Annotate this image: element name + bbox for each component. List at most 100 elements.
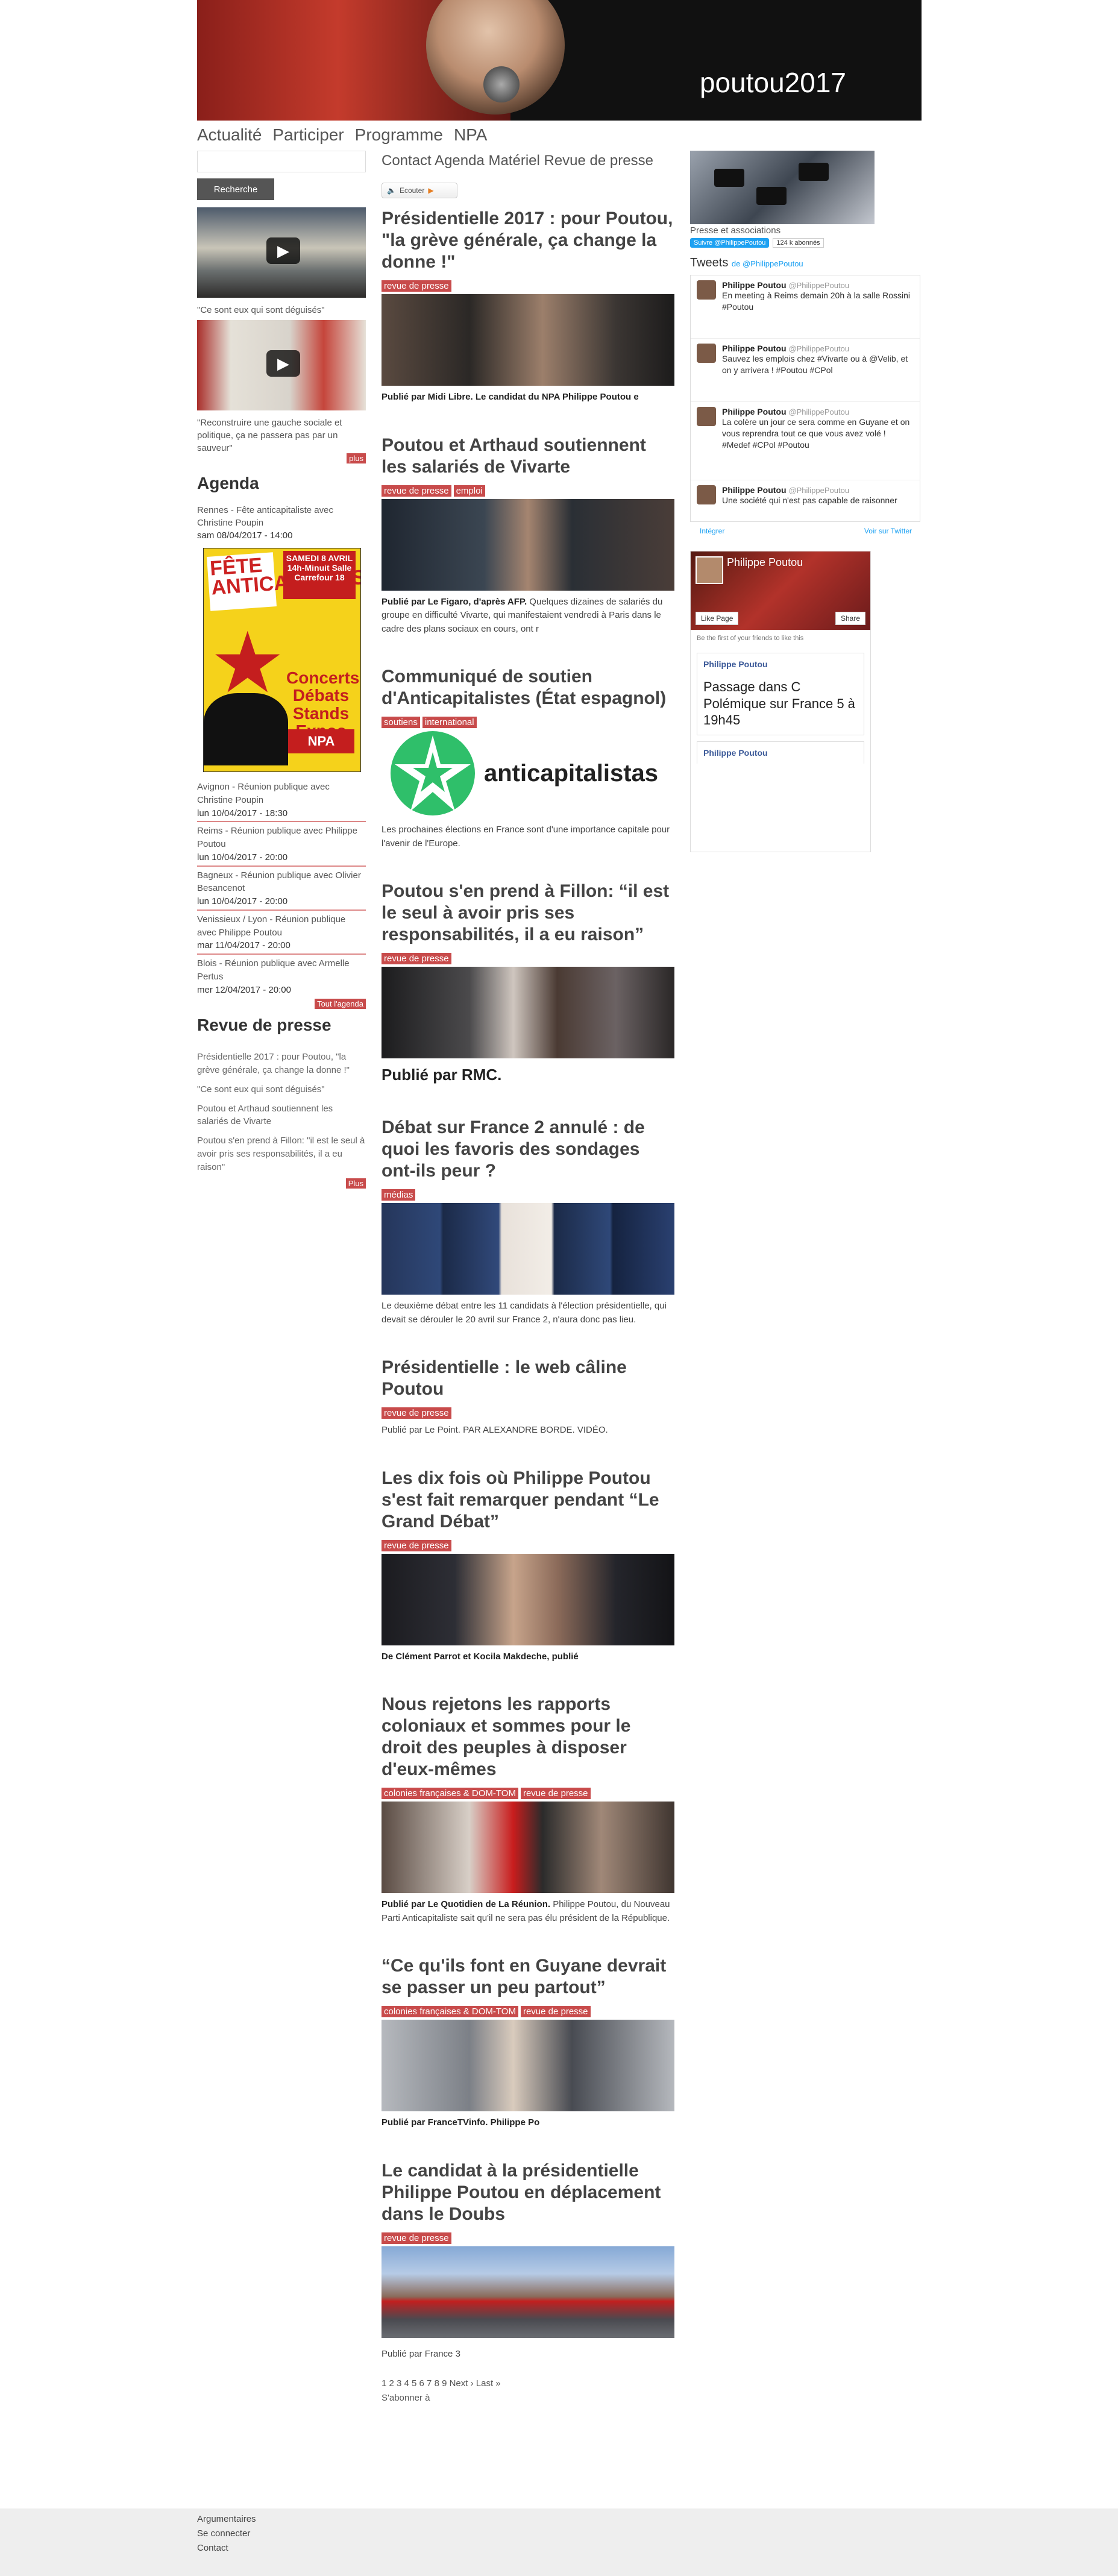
- article-tag[interactable]: revue de presse: [520, 1788, 591, 1799]
- agenda-first-date: sam 08/04/2017 - 14:00: [197, 530, 293, 541]
- article: Poutou s'en prend à Fillon: “il est le s…: [382, 881, 674, 1087]
- article-tag[interactable]: revue de presse: [382, 1407, 451, 1419]
- article-image[interactable]: [382, 1553, 674, 1645]
- article-tag[interactable]: soutiens: [382, 717, 420, 728]
- press-photo[interactable]: [690, 151, 875, 224]
- subscribe-link[interactable]: S'abonner à: [382, 2391, 674, 2405]
- article-title[interactable]: Présidentielle : le web câline Poutou: [382, 1357, 674, 1400]
- article-tag[interactable]: revue de presse: [382, 280, 451, 292]
- site-header-banner: poutou2017: [197, 0, 922, 121]
- article-tag[interactable]: colonies françaises & DOM-TOM: [382, 2006, 518, 2017]
- npa-logo: NPA: [288, 729, 354, 753]
- view-on-twitter-link[interactable]: Voir sur Twitter: [864, 527, 912, 535]
- article-tag[interactable]: colonies françaises & DOM-TOM: [382, 1788, 518, 1799]
- article-title[interactable]: Le candidat à la présidentielle Philippe…: [382, 2160, 674, 2225]
- article-excerpt: Publié par Le Point. PAR ALEXANDRE BORDE…: [382, 1425, 608, 1435]
- article-excerpt: De Clément Parrot et Kocila Makdeche, pu…: [382, 1651, 579, 1662]
- article-excerpt: Publié par Le Figaro, d'après AFP. Quelq…: [382, 596, 663, 634]
- nav-actualite[interactable]: Actualité: [197, 125, 262, 145]
- facebook-post[interactable]: Philippe Poutou: [697, 741, 864, 764]
- embed-link[interactable]: Intégrer: [700, 527, 724, 535]
- article-tag[interactable]: revue de presse: [382, 953, 451, 964]
- facebook-page-widget[interactable]: Philippe Poutou Like Page Share Be the f…: [690, 551, 871, 852]
- article-title[interactable]: Débat sur France 2 annulé : de quoi les …: [382, 1117, 674, 1182]
- article-tag[interactable]: revue de presse: [520, 2006, 591, 2017]
- agenda-all-link[interactable]: Tout l'agenda: [315, 999, 366, 1010]
- video-caption-2[interactable]: "Reconstruire une gauche sociale et poli…: [197, 416, 366, 454]
- tweet[interactable]: Philippe Poutou @PhilippePoutou La colère…: [691, 402, 920, 480]
- article: Présidentielle : le web câline Poutou re…: [382, 1357, 674, 1437]
- facebook-post[interactable]: Philippe Poutou Passage dans C Polémique…: [697, 653, 864, 735]
- agenda-item[interactable]: Venissieux / Lyon - Réunion publique ave…: [197, 913, 366, 955]
- nav-participer[interactable]: Participer: [272, 125, 344, 145]
- footer-link[interactable]: Argumentaires: [197, 2512, 256, 2527]
- article-excerpt: Publié par France 3: [382, 2348, 460, 2359]
- like-page-button[interactable]: Like Page: [696, 612, 739, 625]
- agenda-item[interactable]: Blois - Réunion publique avec Armelle Pe…: [197, 957, 366, 997]
- article-title[interactable]: Présidentielle 2017 : pour Poutou, "la g…: [382, 208, 674, 273]
- article: Présidentielle 2017 : pour Poutou, "la g…: [382, 208, 674, 404]
- play-icon[interactable]: ▶: [266, 350, 300, 377]
- article-excerpt: Publié par Midi Libre. Le candidat du NP…: [382, 392, 639, 402]
- article-tag[interactable]: revue de presse: [382, 485, 451, 497]
- article-tag[interactable]: revue de presse: [382, 2232, 451, 2244]
- follow-button[interactable]: Suivre @PhilippePoutou: [690, 238, 770, 248]
- agenda-item[interactable]: Reims - Réunion publique avec Philippe P…: [197, 825, 366, 867]
- videos-more-link[interactable]: plus: [347, 453, 366, 463]
- poster-title: FÊTE ANTICAPITALISTE: [206, 552, 360, 611]
- article-image[interactable]: [382, 498, 674, 591]
- press-label[interactable]: Presse et associations: [690, 224, 922, 237]
- article-excerpt: Les prochaines élections en France sont …: [382, 825, 670, 849]
- left-sidebar: Recherche ▶ "Ce sont eux qui sont déguis…: [197, 151, 366, 1189]
- footer-link[interactable]: Contact: [197, 2541, 256, 2556]
- page-links[interactable]: 1 2 3 4 5 6 7 8 9 Next › Last »: [382, 2377, 674, 2391]
- article-excerpt: Publié par Le Quotidien de La Réunion. P…: [382, 1899, 670, 1923]
- article-image[interactable]: [382, 2020, 674, 2111]
- article-title[interactable]: Poutou et Arthaud soutiennent les salari…: [382, 435, 674, 478]
- secondary-menu[interactable]: Contact Agenda Matériel Revue de presse: [382, 152, 674, 169]
- followers-count: 124 k abonnés: [773, 238, 824, 248]
- listen-button[interactable]: 🔈 Ecouter ▶: [382, 183, 457, 198]
- press-link[interactable]: Poutou s'en prend à Fillon: "il est le s…: [197, 1134, 366, 1173]
- article-image[interactable]: [382, 1802, 674, 1893]
- agenda-first-label[interactable]: Rennes - Fête anticapitaliste avec Chris…: [197, 504, 366, 529]
- main-content: Contact Agenda Matériel Revue de presse …: [382, 152, 674, 2405]
- article-tag[interactable]: international: [422, 717, 477, 728]
- press-link[interactable]: Présidentielle 2017 : pour Poutou, "la g…: [197, 1051, 366, 1077]
- article-title[interactable]: Poutou s'en prend à Fillon: “il est le s…: [382, 881, 674, 946]
- agenda-item[interactable]: Bagneux - Réunion publique avec Olivier …: [197, 869, 366, 911]
- tweet[interactable]: Philippe Poutou @PhilippePoutou Une socié…: [691, 480, 920, 521]
- play-icon[interactable]: ▶: [266, 237, 300, 264]
- article-title[interactable]: Communiqué de soutien d'Anticapitalistes…: [382, 666, 674, 709]
- press-link[interactable]: Poutou et Arthaud soutiennent les salari…: [197, 1102, 366, 1129]
- article-tag[interactable]: revue de presse: [382, 1539, 451, 1551]
- footer-link[interactable]: Se connecter: [197, 2527, 256, 2541]
- nav-programme[interactable]: Programme: [355, 125, 443, 145]
- twitter-timeline[interactable]: Philippe Poutou @PhilippePoutou En meetin…: [690, 275, 920, 522]
- press-link[interactable]: "Ce sont eux qui sont déguisés": [197, 1083, 366, 1096]
- article-image[interactable]: [382, 294, 674, 386]
- nav-npa[interactable]: NPA: [454, 125, 488, 145]
- tweet[interactable]: Philippe Poutou @PhilippePoutou Sauvez le…: [691, 339, 920, 402]
- article-title[interactable]: Les dix fois où Philippe Poutou s'est fa…: [382, 1468, 674, 1533]
- video-thumbnail-2[interactable]: ▶: [197, 320, 366, 410]
- agenda-item[interactable]: Avignon - Réunion publique avec Christin…: [197, 781, 366, 823]
- article-image[interactable]: [382, 967, 674, 1058]
- article-excerpt: Publié par FranceTVinfo. Philippe Po: [382, 2117, 540, 2128]
- search-input[interactable]: [197, 151, 366, 172]
- anticapitalistas-logo[interactable]: anticapitalistas: [382, 728, 674, 818]
- article-title[interactable]: Nous rejetons les rapports coloniaux et …: [382, 1694, 674, 1780]
- article-image[interactable]: [382, 2246, 674, 2338]
- article-title[interactable]: “Ce qu'ils font en Guyane devrait se pas…: [382, 1955, 674, 1999]
- site-brand[interactable]: poutou2017: [700, 66, 846, 99]
- tweet[interactable]: Philippe Poutou @PhilippePoutou En meetin…: [691, 275, 920, 339]
- article-image[interactable]: [382, 1203, 674, 1295]
- video-caption-1[interactable]: "Ce sont eux qui sont déguisés": [197, 304, 366, 316]
- article-tag[interactable]: emploi: [453, 485, 485, 497]
- article-tag[interactable]: médias: [382, 1189, 416, 1201]
- search-button[interactable]: Recherche: [197, 178, 274, 200]
- press-more-link[interactable]: Plus: [345, 1178, 366, 1189]
- event-poster[interactable]: FÊTE ANTICAPITALISTE SAMEDI 8 AVRIL 14h-…: [203, 548, 361, 772]
- video-thumbnail-1[interactable]: ▶: [197, 207, 366, 298]
- share-button[interactable]: Share: [835, 612, 865, 625]
